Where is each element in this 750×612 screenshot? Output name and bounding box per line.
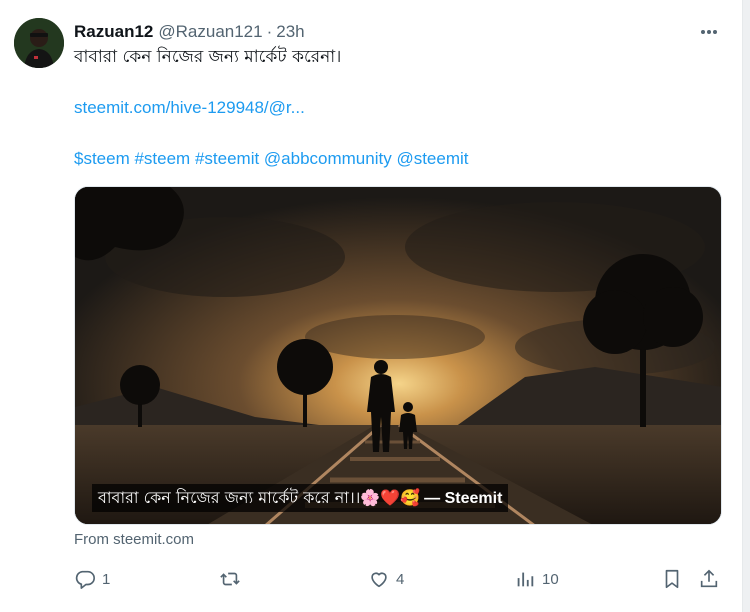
user-handle[interactable]: @Razuan121 <box>158 22 262 42</box>
share-button[interactable] <box>698 566 720 592</box>
retweet-icon <box>220 572 240 586</box>
reply-button[interactable]: 1 <box>74 566 110 592</box>
more-horizontal-icon[interactable] <box>698 22 720 42</box>
views-chart-icon <box>517 572 534 587</box>
avatar[interactable] <box>14 18 64 68</box>
tweet-hashtags[interactable]: $steem #steem #steemit @abbcommunity @st… <box>74 147 724 171</box>
media-caption-source: — Steemit <box>424 490 503 507</box>
tweet-header: Razuan12 @Razuan121 · 23h <box>74 20 726 44</box>
timestamp[interactable]: 23h <box>276 22 304 42</box>
like-button[interactable]: 4 <box>368 566 404 592</box>
action-bar: 1 4 10 <box>74 566 724 592</box>
reply-icon <box>75 570 95 589</box>
separator-dot: · <box>266 22 273 41</box>
retweet-button[interactable] <box>219 566 247 592</box>
media-card-image[interactable]: বাবারা কেন নিজের জন্য মার্কেট করে না।।🌸❤… <box>74 186 722 525</box>
media-caption-text: বাবারা কেন নিজের জন্য মার্কেট করে না।।🌸❤… <box>98 488 421 507</box>
share-icon <box>700 569 718 588</box>
media-caption: বাবারা কেন নিজের জন্য মার্কেট করে না।।🌸❤… <box>92 484 509 512</box>
heart-icon <box>371 572 387 588</box>
bookmark-button[interactable] <box>661 566 683 592</box>
card-source-label[interactable]: From steemit.com <box>74 531 194 548</box>
like-count: 4 <box>396 570 405 588</box>
bookmark-icon <box>665 569 679 589</box>
display-name[interactable]: Razuan12 <box>74 22 153 42</box>
tweet-link[interactable]: steemit.com/hive-129948/@r... <box>74 96 724 120</box>
tweet-card[interactable]: Razuan12 @Razuan121 · 23h বাবারা কেন নিজ… <box>0 0 743 612</box>
tweet-text: বাবারা কেন নিজের জন্য মার্কেট করেনা। <box>74 47 342 67</box>
reply-count: 1 <box>102 570 111 588</box>
views-count: 10 <box>542 570 559 588</box>
views-button[interactable]: 10 <box>514 566 559 592</box>
